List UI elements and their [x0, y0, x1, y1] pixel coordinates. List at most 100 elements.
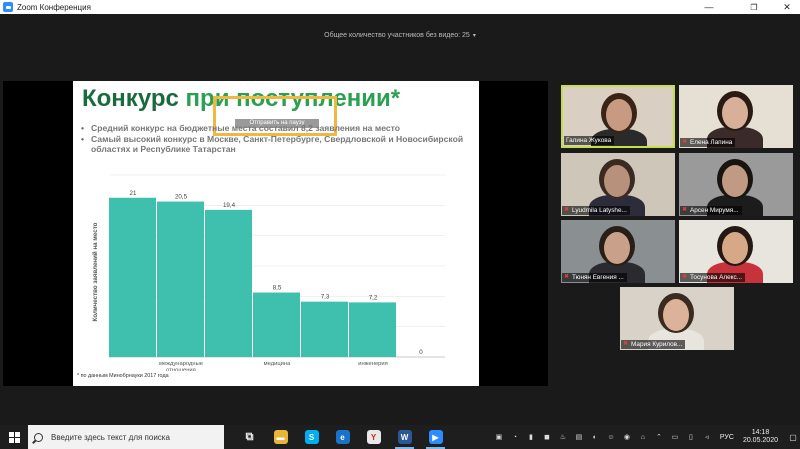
category-tick-label: медицина [264, 361, 291, 367]
minimize-button[interactable]: — [696, 0, 722, 14]
bar-value-label: 21 [130, 190, 137, 197]
bar-chart: 21экономика20,5международныеотношения19,… [92, 174, 445, 372]
search-placeholder: Введите здесь текст для поиска [51, 432, 170, 442]
tray-app-icon[interactable]: ▤ [573, 431, 585, 443]
viewer-count-label: Общее количество участников без видео: 2… [324, 32, 470, 39]
participant-name-bar: Галина Жукова [564, 136, 615, 145]
participant-name: Тосунова Алекс... [690, 274, 743, 281]
chart-bar [349, 302, 396, 357]
participant-tile[interactable]: ✖ Тосунова Алекс... [679, 220, 793, 283]
bullet-item: Средний конкурс на бюджетные места соста… [81, 123, 476, 134]
taskbar-app-button[interactable]: e [327, 425, 358, 449]
category-tick-label: инженерия [358, 361, 388, 367]
zoom-tray-icon[interactable]: ▣ [493, 431, 505, 443]
bar-value-label: 20,5 [175, 194, 188, 201]
windows-logo-icon [8, 431, 20, 443]
clock-date: 20.05.2020 [742, 437, 778, 444]
bullet-item: Самый высокий конкурс в Москве, Санкт-Пе… [81, 134, 476, 155]
viewer-count-dropdown[interactable]: Общее количество участников без видео: 2… [0, 32, 800, 39]
battery-icon[interactable]: ▯ [685, 431, 697, 443]
participant-tile[interactable]: ✖ Елена Лапина [679, 85, 793, 148]
language-indicator[interactable]: РУС [720, 434, 734, 441]
skype-icon: S [304, 430, 319, 444]
restore-button[interactable]: ❐ [741, 0, 767, 14]
participant-tile[interactable]: ✖ Арсен Мирумя... [679, 153, 793, 216]
taskbar-app-button[interactable]: Y [358, 425, 389, 449]
participant-name-bar: ✖ Мария Курилов... [621, 340, 686, 349]
participant-tile[interactable]: ✖ Мария Курилов... [620, 287, 734, 350]
chart-bar [109, 197, 156, 357]
bar-value-label: 8,5 [273, 285, 282, 292]
participant-name: Елена Лапина [690, 139, 733, 146]
slide-bullets: Средний конкурс на бюджетные места соста… [81, 123, 476, 155]
participant-tile[interactable]: Галина Жукова [561, 85, 675, 148]
taskbar-apps: ⧉ ▬ Se Y W ▶ [234, 425, 451, 449]
muted-mic-icon: ✖ [682, 139, 688, 145]
participant-name: Мария Курилов... [631, 341, 683, 348]
chart-bar [205, 209, 252, 357]
word-icon: W [397, 430, 412, 444]
participant-name: Арсен Мирумя... [690, 207, 739, 214]
taskbar-clock[interactable]: 14:18 20.05.2020 [743, 429, 778, 445]
zoom-meeting-area: Общее количество участников без видео: 2… [0, 14, 800, 421]
tray-app-icon[interactable]: ◉ [621, 431, 633, 443]
participant-name-bar: ✖ Тосунова Алекс... [680, 273, 746, 282]
participant-name: Lyudmila Latyshe... [572, 207, 627, 214]
window-titlebar: Zoom Конференция — ❐ ✕ [0, 0, 800, 14]
chart-bar [253, 292, 300, 357]
edge-icon: e [335, 430, 350, 444]
tray-app-icon[interactable]: ♨ [557, 431, 569, 443]
bar-value-label: 7,3 [321, 294, 330, 301]
search-icon [34, 432, 43, 442]
tray-app-icon[interactable]: ◐ [589, 431, 601, 443]
zoom-logo-icon [3, 2, 13, 12]
tray-app-icon[interactable]: ▮ [525, 431, 537, 443]
taskbar-app-button[interactable]: ⧉ [234, 425, 265, 449]
participant-tile[interactable]: ✖ Lyudmila Latyshe... [561, 153, 675, 216]
participant-name-bar: ✖ Тюнян Евгения ... [562, 273, 627, 282]
participant-name-bar: ✖ Lyudmila Latyshe... [562, 206, 630, 215]
volume-icon[interactable]: ◃ [701, 431, 713, 443]
shared-screen[interactable]: Конкурс при поступлении* Отправить на па… [3, 81, 548, 386]
participant-name: Галина Жукова [566, 137, 612, 144]
notifications-icon[interactable]: ▢ [786, 425, 800, 449]
participant-name-bar: ✖ Арсен Мирумя... [680, 206, 742, 215]
bar-value-label: 19,4 [223, 202, 236, 209]
bar-value-label: 0 [419, 349, 423, 356]
tray-app-icon[interactable]: ⌂ [637, 431, 649, 443]
presentation-slide: Конкурс при поступлении* Отправить на па… [73, 81, 479, 386]
clock-time: 14:18 [751, 429, 770, 436]
window-title: Zoom Конференция [17, 2, 91, 12]
category-tick-label: отношения [166, 368, 196, 372]
taskbar-search-input[interactable]: Введите здесь текст для поиска [28, 425, 224, 449]
taskbar-app-button[interactable]: ▶ [420, 425, 451, 449]
category-tick-label: международные [159, 361, 203, 367]
taskbar-app-button[interactable]: ▬ [265, 425, 296, 449]
zoom-app-icon: ▶ [428, 430, 443, 444]
chevron-down-icon: ▾ [472, 33, 476, 39]
file-explorer-icon: ▬ [273, 430, 288, 444]
network-icon[interactable]: ▭ [669, 431, 681, 443]
chevron-up-icon[interactable]: ⌃ [653, 431, 665, 443]
tray-app-icon[interactable]: ◔ [509, 431, 521, 443]
tray-app-icon[interactable]: ☺ [605, 431, 617, 443]
chart-bar [301, 301, 348, 357]
chart-bar [157, 201, 204, 357]
yandex-browser-icon: Y [366, 430, 381, 444]
start-button[interactable] [0, 425, 28, 449]
slide-title-part1: Конкурс [82, 85, 186, 112]
taskbar-app-button[interactable]: S [296, 425, 327, 449]
system-tray: ▣ ◔ ▮ ◼ ♨ ▤ ◐ ☺ ◉ ⌂ ⌃ ▭ ▯ ◃ РУС 14:18 20… [491, 425, 800, 449]
participant-tile[interactable]: ✖ Тюнян Евгения ... [561, 220, 675, 283]
task-view-icon: ⧉ [242, 430, 257, 444]
windows-taskbar: Введите здесь текст для поиска ⧉ ▬ Se Y W ▶ ▣… [0, 425, 800, 449]
taskbar-app-button[interactable]: W [389, 425, 420, 449]
participant-name: Тюнян Евгения ... [572, 274, 624, 281]
y-axis-title: Количество заявлений на место [92, 222, 99, 321]
participant-name-bar: ✖ Елена Лапина [680, 138, 736, 147]
tray-app-icon[interactable]: ◼ [541, 431, 553, 443]
bar-value-label: 7,2 [369, 294, 378, 301]
muted-mic-icon: ✖ [682, 274, 688, 280]
close-button[interactable]: ✕ [774, 0, 800, 14]
slide-footnote: * по данным Минобрнауки 2017 года [77, 373, 169, 379]
